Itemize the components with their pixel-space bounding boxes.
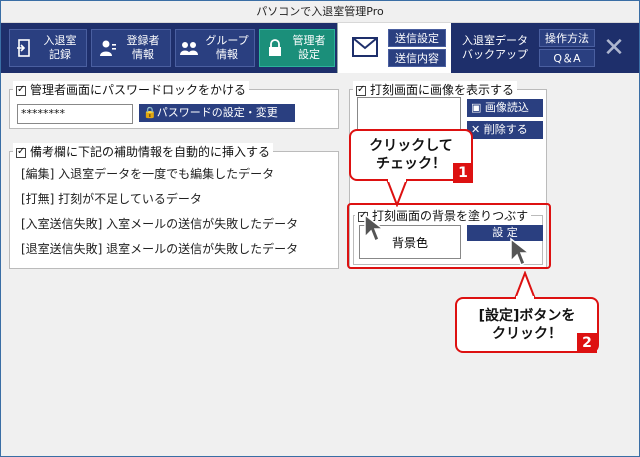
group-icon — [180, 39, 198, 57]
entry-exit-record-label: 入退室 記録 — [43, 34, 77, 61]
send-settings-button[interactable]: 送信設定 — [388, 29, 446, 47]
image-delete-button[interactable]: ✕ 削除する — [467, 121, 543, 139]
image-delete-label: 削除する — [483, 123, 528, 136]
how-to-button[interactable]: 操作方法 — [539, 29, 595, 47]
window-title: パソコンで入退室管理Pro — [1, 1, 639, 23]
password-set-label: パスワードの設定・変更 — [156, 106, 278, 119]
notes-option[interactable]: 備考欄に下記の補助情報を自動的に挿入する — [13, 143, 274, 160]
password-field[interactable]: ******** — [17, 104, 133, 124]
note-exit-fail-line: [退室送信失敗] 退室メールの送信が失敗したデータ — [21, 242, 299, 256]
group-info-button[interactable]: グループ 情報 — [175, 29, 255, 67]
note-missing-line: [打無] 打刻が不足しているデータ — [21, 192, 202, 206]
mouse-cursor-icon — [364, 213, 385, 243]
callout-check-pointer — [385, 179, 409, 207]
lock-icon — [266, 39, 284, 57]
envelope-icon — [352, 37, 378, 57]
registrant-info-label: 登録者 情報 — [126, 34, 160, 61]
registrant-info-button[interactable]: 登録者 情報 — [91, 29, 171, 67]
password-lock-option[interactable]: 管理者画面にパスワードロックをかける — [13, 81, 250, 98]
step-badge-2: 2 — [577, 333, 597, 353]
note-edit-line: [編集] 入退室データを一度でも編集したデータ — [21, 167, 275, 181]
main-toolbar: 入退室 記録 登録者 情報 グループ 情報 管理者 設定 送信設定 送信内容 入… — [1, 23, 639, 73]
send-content-button[interactable]: 送信内容 — [388, 49, 446, 67]
admin-settings-label: 管理者 設定 — [292, 34, 326, 61]
password-set-button[interactable]: 🔒パスワードの設定・変更 — [139, 104, 295, 122]
password-lock-checkbox[interactable] — [16, 84, 26, 96]
mouse-cursor-icon — [510, 237, 531, 267]
door-icon — [16, 39, 34, 57]
image-icon: ▣ — [471, 101, 485, 114]
password-lock-title: 管理者画面にパスワードロックをかける — [30, 83, 247, 97]
step-badge-1: 1 — [453, 163, 473, 183]
admin-settings-button[interactable]: 管理者 設定 — [259, 29, 335, 67]
data-backup-button[interactable]: 入退室データ バックアップ — [455, 29, 535, 67]
lock-small-icon: 🔒 — [143, 106, 157, 119]
image-display-option[interactable]: 打刻画面に画像を表示する — [353, 81, 518, 98]
app-window: パソコンで入退室管理Pro 入退室 記録 登録者 情報 グループ 情報 管理者 … — [0, 0, 640, 457]
qa-button[interactable]: Q＆A — [539, 49, 595, 67]
image-load-label: 画像読込 — [484, 101, 529, 114]
image-load-button[interactable]: ▣ 画像読込 — [467, 99, 543, 117]
note-entry-fail-line: [入室送信失敗] 入室メールの送信が失敗したデータ — [21, 217, 299, 231]
delete-icon: ✕ — [471, 123, 484, 136]
mail-section: 送信設定 送信内容 — [337, 23, 451, 73]
data-backup-label: 入退室データ バックアップ — [462, 34, 528, 61]
entry-exit-record-button[interactable]: 入退室 記録 — [9, 29, 87, 67]
close-icon[interactable]: ✕ — [599, 33, 629, 63]
notes-checkbox[interactable] — [16, 146, 26, 158]
notes-title: 備考欄に下記の補助情報を自動的に挿入する — [30, 145, 271, 159]
group-info-label: グループ 情報 — [205, 34, 249, 61]
image-display-title: 打刻画面に画像を表示する — [370, 83, 515, 97]
image-display-checkbox[interactable] — [356, 84, 366, 96]
person-icon — [99, 39, 117, 57]
callout-set-pointer — [513, 271, 537, 299]
